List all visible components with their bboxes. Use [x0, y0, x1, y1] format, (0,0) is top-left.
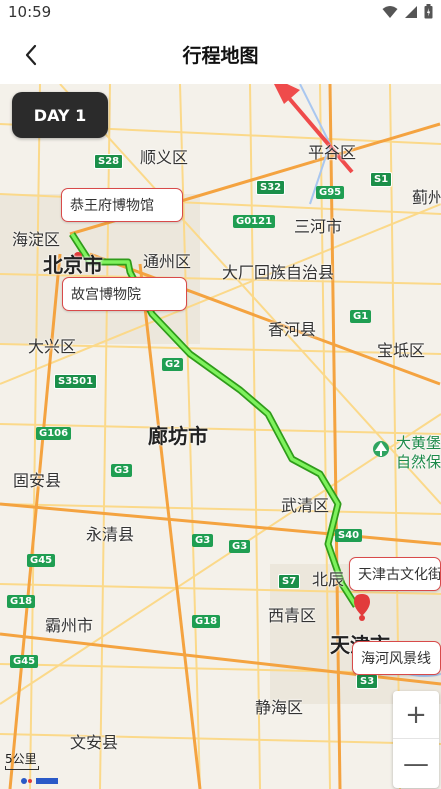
road-shield: S3	[356, 674, 379, 689]
place-label: 霸州市	[45, 616, 94, 635]
place-label: 文安县	[70, 733, 119, 752]
road-shield: G106	[36, 427, 72, 440]
place-label: 三河市	[294, 217, 343, 236]
status-icons	[382, 4, 433, 19]
park-icon	[375, 442, 387, 456]
road-shield: S40	[335, 529, 363, 542]
poi-label-gongwangfu[interactable]: 恭王府博物馆	[61, 188, 183, 222]
place-label: 蓟州	[412, 188, 441, 207]
day-selector-button[interactable]: DAY 1	[12, 92, 108, 138]
road-shield: S1	[370, 172, 393, 187]
place-label: 武清区	[281, 496, 330, 515]
road-shield: G18	[192, 615, 221, 628]
place-label: 北京市	[43, 253, 103, 277]
place-label: 顺义区	[140, 148, 189, 167]
place-label: 静海区	[255, 698, 304, 717]
status-time: 10:59	[8, 3, 52, 21]
road-shield: G45	[10, 655, 39, 668]
road-shield: S32	[256, 180, 286, 195]
road-shield: G3	[192, 534, 214, 547]
zoom-out-button[interactable]: —	[393, 740, 439, 788]
road-shield: G0121	[233, 215, 276, 228]
map-scale-bar	[5, 766, 39, 770]
place-label: 大兴区	[28, 337, 77, 356]
battery-icon	[424, 4, 433, 19]
poi-label-guwenhuajie[interactable]: 天津古文化街	[349, 557, 441, 591]
road-shield: S3501	[54, 374, 98, 389]
place-label: 宝坻区	[377, 341, 426, 360]
place-label: 廊坊市	[148, 424, 208, 448]
place-label: 西青区	[268, 606, 317, 625]
road-shield: G3	[229, 540, 251, 553]
place-label: 香河县	[268, 320, 317, 339]
zoom-in-button[interactable]: +	[393, 691, 439, 739]
road-shield: S28	[94, 154, 124, 169]
poi-label-gugong[interactable]: 故宫博物院	[62, 277, 187, 311]
road-shield: G1	[350, 310, 372, 323]
zoom-controls: + —	[393, 691, 439, 788]
status-bar: 10:59	[0, 0, 441, 26]
map-scale-label: 5公里	[5, 752, 37, 766]
place-label: 海淀区	[12, 230, 61, 249]
page-title: 行程地图	[182, 45, 259, 67]
poi-label-haihe[interactable]: 海河风景线	[352, 641, 441, 675]
place-label: 平谷区	[308, 143, 357, 162]
road-shield: G2	[162, 358, 184, 371]
place-label: 永清县	[86, 525, 135, 544]
road-shield: G45	[27, 554, 56, 567]
road-shield: G3	[111, 464, 133, 477]
road-shield: G18	[7, 595, 36, 608]
place-label: 大厂回族自治县	[222, 263, 335, 282]
nav-bar: 行程地图	[0, 26, 441, 84]
place-label: 自然保	[396, 453, 441, 471]
map-provider-logo-icon	[21, 778, 58, 784]
place-label: 通州区	[143, 252, 192, 271]
place-label: 固安县	[13, 471, 62, 490]
place-label: 大黄堡	[396, 434, 441, 452]
road-shield: S7	[278, 574, 301, 589]
place-label: 北辰	[312, 570, 345, 589]
wifi-icon	[382, 5, 398, 18]
road-shield: G95	[316, 186, 345, 199]
signal-icon	[405, 5, 417, 18]
